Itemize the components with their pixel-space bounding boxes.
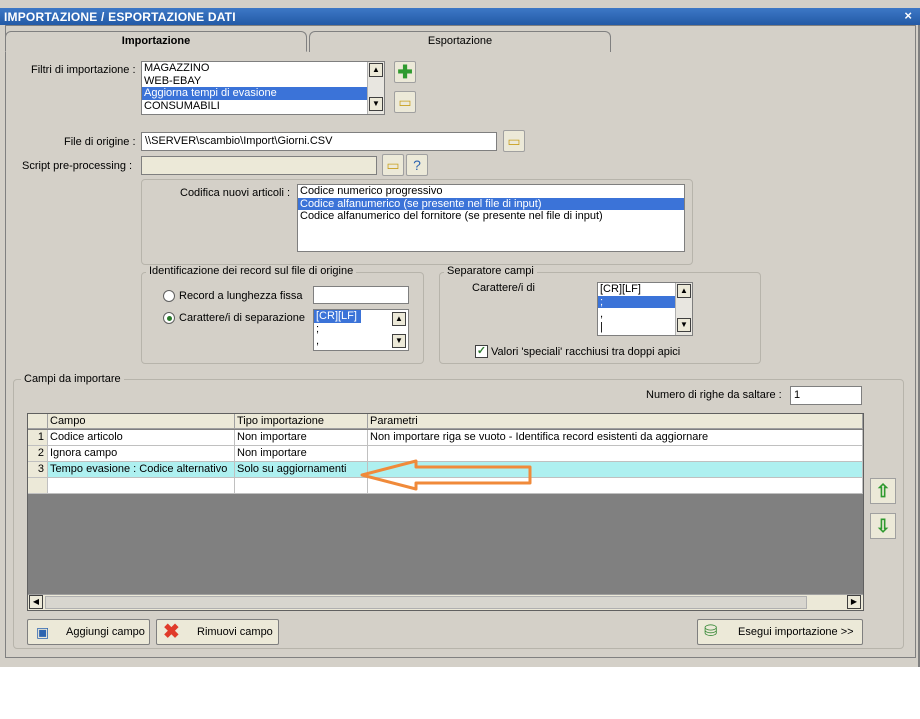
skip-label: Numero di righe da saltare : xyxy=(646,389,782,401)
add-field-label: Aggiungi campo xyxy=(66,626,145,638)
tab-esportazione[interactable]: Esportazione xyxy=(309,31,611,52)
list-item[interactable]: CONSUMABILI xyxy=(142,100,384,113)
fixed-length-input[interactable] xyxy=(313,286,409,304)
separator-label: Carattere/i di xyxy=(472,282,535,294)
coding-list[interactable]: Codice numerico progressivo Codice alfan… xyxy=(297,184,685,252)
fields-title: Campi da importare xyxy=(21,373,124,385)
table-cell[interactable] xyxy=(48,478,235,494)
close-icon[interactable]: × xyxy=(904,8,912,23)
source-file-label: File di origine : xyxy=(64,136,136,148)
folder-icon[interactable]: ▭ xyxy=(394,91,416,113)
tab-importazione[interactable]: Importazione xyxy=(5,31,307,52)
help-icon[interactable]: ? xyxy=(406,154,428,176)
list-item-selected[interactable]: [CR][LF] xyxy=(314,310,361,323)
scroll-down-icon[interactable]: ▼ xyxy=(392,334,406,348)
script-label: Script pre-processing : xyxy=(22,160,133,172)
folder-icon[interactable]: ▭ xyxy=(503,130,525,152)
list-item-selected[interactable]: Codice alfanumerico (se presente nel fil… xyxy=(298,197,684,210)
table-cell[interactable]: Non importare xyxy=(235,430,368,446)
scroll-thumb[interactable] xyxy=(45,596,807,609)
add-field-icon: ▣ xyxy=(36,624,50,640)
add-field-button[interactable]: ▣ Aggiungi campo xyxy=(27,619,150,645)
scroll-down-icon[interactable]: ▼ xyxy=(369,97,383,111)
list-item-selected[interactable]: Aggiorna tempi di evasione xyxy=(142,87,368,100)
fixed-label: Record a lunghezza fissa xyxy=(179,290,303,302)
add-filter-icon[interactable]: ✚ xyxy=(394,61,416,83)
scroll-up-icon[interactable]: ▲ xyxy=(392,312,406,326)
table-cell[interactable]: Ignora campo xyxy=(48,446,235,462)
table-cell[interactable]: Codice articolo xyxy=(48,430,235,446)
table-cell[interactable]: Tempo evasione : Codice alternativo xyxy=(48,462,235,478)
table-cell[interactable] xyxy=(235,478,368,494)
table-cell[interactable]: Solo su aggiornamenti xyxy=(235,462,368,478)
radio-fixed[interactable] xyxy=(163,290,175,302)
top-strip xyxy=(0,0,920,8)
window-title: IMPORTAZIONE / ESPORTAZIONE DATI xyxy=(0,8,920,25)
grid-hscrollbar[interactable]: ◀ ▶ xyxy=(28,594,863,610)
quotes-checkbox[interactable]: ✓ xyxy=(475,345,488,358)
separator-scrollbar[interactable]: ▲ ▼ xyxy=(675,283,692,335)
scroll-right-icon[interactable]: ▶ xyxy=(847,595,861,609)
filters-label: Filtri di importazione : xyxy=(31,64,136,76)
row-number: 3 xyxy=(28,462,48,478)
fields-grid[interactable]: Campo Tipo importazione Parametri 1 Codi… xyxy=(27,413,864,611)
column-header-tipo[interactable]: Tipo importazione xyxy=(235,414,368,429)
quotes-label: Valori 'speciali' racchiusi tra doppi ap… xyxy=(491,346,681,358)
list-item[interactable]: MAGAZZINO xyxy=(142,62,384,75)
skip-rows-input[interactable]: 1 xyxy=(790,386,862,405)
move-up-icon[interactable]: ⇧ xyxy=(870,478,896,504)
scroll-down-icon[interactable]: ▼ xyxy=(677,318,691,332)
scroll-up-icon[interactable]: ▲ xyxy=(677,284,691,298)
filters-scrollbar[interactable]: ▲ ▼ xyxy=(367,62,384,114)
filters-list[interactable]: MAGAZZINO WEB-EBAY Aggiorna tempi di eva… xyxy=(141,61,385,115)
remove-field-label: Rimuovi campo xyxy=(197,626,273,638)
run-import-label: Esegui importazione >> xyxy=(738,626,854,638)
folder-icon[interactable]: ▭ xyxy=(382,154,404,176)
coding-label: Codifica nuovi articoli : xyxy=(180,187,291,199)
radio-separator[interactable] xyxy=(163,312,175,324)
table-cell[interactable]: Non importare riga se vuoto - Identifica… xyxy=(368,430,863,446)
list-item-selected[interactable]: ; xyxy=(598,295,676,308)
identification-title: Identificazione dei record sul file di o… xyxy=(146,265,357,277)
column-header-campo[interactable]: Campo xyxy=(48,414,235,429)
grid-corner xyxy=(28,414,48,429)
move-down-icon[interactable]: ⇩ xyxy=(870,513,896,539)
row-number: 2 xyxy=(28,446,48,462)
table-cell[interactable]: Non importare xyxy=(235,446,368,462)
row-number: 1 xyxy=(28,430,48,446)
list-item[interactable]: WEB-EBAY xyxy=(142,75,384,88)
separator-option-label: Carattere/i di separazione xyxy=(179,312,305,324)
list-item[interactable]: Codice alfanumerico del fornitore (se pr… xyxy=(298,210,684,223)
script-input[interactable] xyxy=(141,156,377,175)
source-file-input[interactable]: \\SERVER\scambio\Import\Giorni.CSV xyxy=(141,132,497,151)
remove-icon: ✖ xyxy=(163,621,180,643)
run-import-button[interactable]: ⛁ Esegui importazione >> xyxy=(697,619,863,645)
scroll-up-icon[interactable]: ▲ xyxy=(369,63,383,77)
database-icon: ⛁ xyxy=(704,623,718,640)
row-number xyxy=(28,478,48,494)
column-header-parametri[interactable]: Parametri xyxy=(368,414,863,429)
list-item[interactable]: Codice numerico progressivo xyxy=(298,185,684,198)
separator-title: Separatore campi xyxy=(444,265,537,277)
remove-field-button[interactable]: ✖ Rimuovi campo xyxy=(156,619,279,645)
scroll-left-icon[interactable]: ◀ xyxy=(29,595,43,609)
annotation-arrow xyxy=(360,459,532,491)
